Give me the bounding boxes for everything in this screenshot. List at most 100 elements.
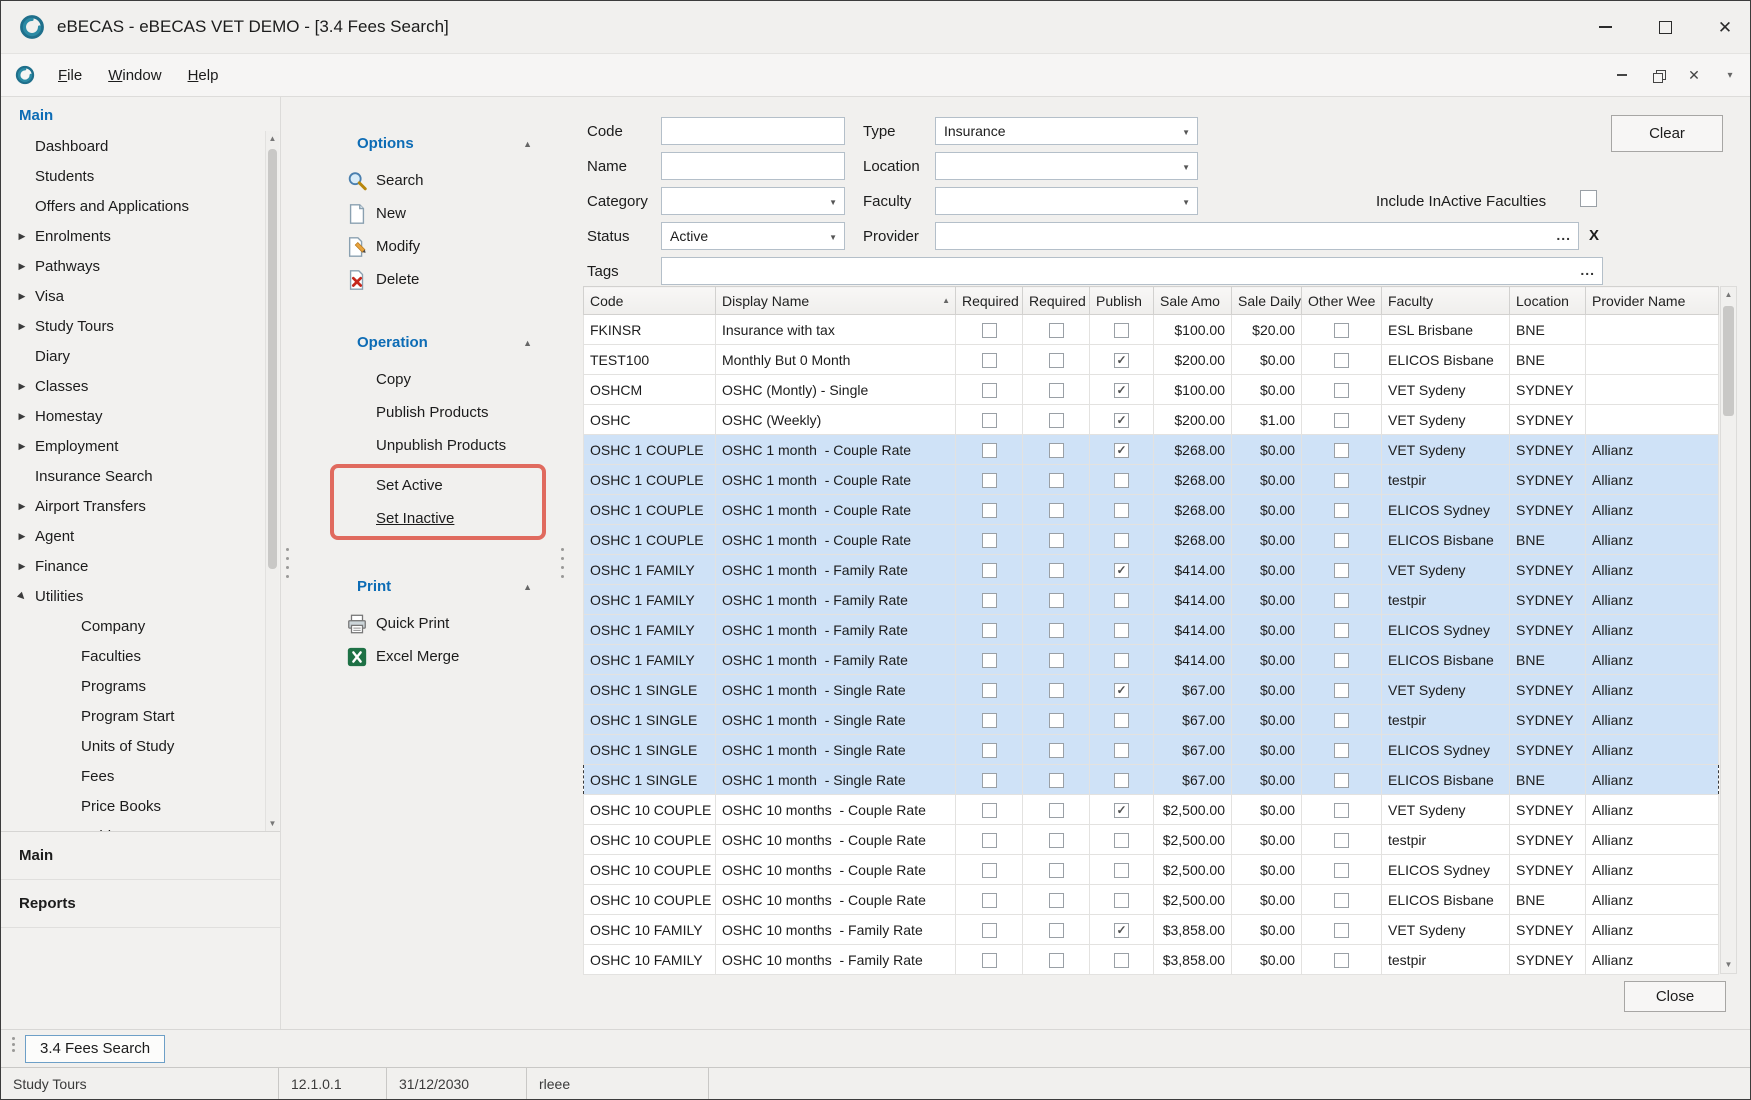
checkbox-unchecked[interactable]	[1049, 413, 1064, 428]
cell-code[interactable]: OSHC 1 FAMILY	[584, 645, 716, 675]
cell-provider-name[interactable]: Allianz	[1586, 915, 1719, 945]
grid-row[interactable]: TEST100Monthly But 0 Month$200.00$0.00EL…	[584, 345, 1719, 375]
checkbox-unchecked[interactable]	[1114, 953, 1129, 968]
checkbox-checked[interactable]	[1114, 413, 1129, 428]
option-quick-print[interactable]: Quick Print	[294, 607, 556, 640]
grid-row[interactable]: OSHC 1 FAMILYOSHC 1 month - Family Rate$…	[584, 645, 1719, 675]
checkbox-unchecked[interactable]	[1049, 893, 1064, 908]
checkbox-unchecked[interactable]	[1049, 713, 1064, 728]
sidebar-item-pathways[interactable]: ▶Pathways	[1, 251, 264, 281]
option-copy[interactable]: Copy	[294, 363, 556, 396]
expand-arrow-icon[interactable]: ▶	[13, 441, 31, 452]
checkbox-unchecked[interactable]	[1114, 593, 1129, 608]
cell-sale-daily[interactable]: $1.00	[1232, 405, 1302, 435]
grid-row[interactable]: OSHC 1 SINGLEOSHC 1 month - Single Rate$…	[584, 705, 1719, 735]
checkbox-unchecked[interactable]	[1334, 683, 1349, 698]
cell-faculty[interactable]: ELICOS Bisbane	[1382, 765, 1510, 795]
cell-provider-name[interactable]	[1586, 405, 1719, 435]
option-delete[interactable]: Delete	[294, 263, 556, 296]
checkbox-unchecked[interactable]	[1334, 773, 1349, 788]
sidebar-item-students[interactable]: Students	[1, 161, 264, 191]
cell-provider-name[interactable]: Allianz	[1586, 795, 1719, 825]
checkbox-unchecked[interactable]	[1334, 743, 1349, 758]
cell-display-name[interactable]: OSHC 10 months - Family Rate	[716, 945, 956, 975]
cell-sale-daily[interactable]: $0.00	[1232, 705, 1302, 735]
grid-row[interactable]: OSHC 1 FAMILYOSHC 1 month - Family Rate$…	[584, 555, 1719, 585]
cell-location[interactable]: SYDNEY	[1510, 675, 1586, 705]
sidebar-item-program-start[interactable]: Program Start	[1, 701, 264, 731]
checkbox-unchecked[interactable]	[1334, 443, 1349, 458]
type-dropdown[interactable]: Insurance ▼	[935, 117, 1198, 145]
cell-display-name[interactable]: Monthly But 0 Month	[716, 345, 956, 375]
expand-arrow-icon[interactable]: ▶	[13, 411, 31, 422]
cell-display-name[interactable]: OSHC 1 month - Couple Rate	[716, 495, 956, 525]
cell-display-name[interactable]: OSHC 1 month - Single Rate	[716, 705, 956, 735]
column-header-display-name-1[interactable]: Display Name▲	[716, 287, 956, 315]
cell-location[interactable]: BNE	[1510, 645, 1586, 675]
checkbox-unchecked[interactable]	[1114, 533, 1129, 548]
cell-faculty[interactable]: VET Sydeny	[1382, 405, 1510, 435]
expand-arrow-icon[interactable]: ▶	[13, 291, 31, 302]
cell-faculty[interactable]: testpir	[1382, 585, 1510, 615]
grid-row[interactable]: OSHC 10 FAMILYOSHC 10 months - Family Ra…	[584, 945, 1719, 975]
option-set-inactive[interactable]: Set Inactive	[334, 502, 542, 535]
checkbox-unchecked[interactable]	[982, 443, 997, 458]
checkbox-unchecked[interactable]	[1114, 773, 1129, 788]
grid-row[interactable]: OSHC 1 FAMILYOSHC 1 month - Family Rate$…	[584, 585, 1719, 615]
column-header-location-9[interactable]: Location	[1510, 287, 1586, 315]
category-dropdown[interactable]: ▼	[661, 187, 845, 215]
checkbox-unchecked[interactable]	[1114, 833, 1129, 848]
cell-sale-daily[interactable]: $0.00	[1232, 375, 1302, 405]
checkbox-unchecked[interactable]	[1049, 743, 1064, 758]
sidebar-item-study-tours[interactable]: ▶Study Tours	[1, 311, 264, 341]
cell-provider-name[interactable]: Allianz	[1586, 825, 1719, 855]
cell-provider-name[interactable]: Allianz	[1586, 705, 1719, 735]
grid-row[interactable]: OSHC 10 COUPLEOSHC 10 months - Couple Ra…	[584, 795, 1719, 825]
sidebar-item-company[interactable]: Company	[1, 611, 264, 641]
checkbox-unchecked[interactable]	[1049, 803, 1064, 818]
checkbox-unchecked[interactable]	[1334, 713, 1349, 728]
checkbox-unchecked[interactable]	[1334, 383, 1349, 398]
cell-sale-amo[interactable]: $67.00	[1154, 765, 1232, 795]
sidebar-item-fees[interactable]: Fees	[1, 761, 264, 791]
cell-sale-daily[interactable]: $0.00	[1232, 675, 1302, 705]
column-header-provider-name-10[interactable]: Provider Name	[1586, 287, 1719, 315]
sidebar-item-units-of-study[interactable]: Units of Study	[1, 731, 264, 761]
checkbox-unchecked[interactable]	[1334, 893, 1349, 908]
checkbox-unchecked[interactable]	[1049, 443, 1064, 458]
checkbox-unchecked[interactable]	[982, 353, 997, 368]
cell-sale-amo[interactable]: $2,500.00	[1154, 825, 1232, 855]
cell-faculty[interactable]: VET Sydeny	[1382, 675, 1510, 705]
checkbox-unchecked[interactable]	[982, 323, 997, 338]
checkbox-unchecked[interactable]	[1334, 323, 1349, 338]
cell-sale-daily[interactable]: $0.00	[1232, 735, 1302, 765]
checkbox-unchecked[interactable]	[982, 563, 997, 578]
grid-row[interactable]: OSHC 10 COUPLEOSHC 10 months - Couple Ra…	[584, 825, 1719, 855]
cell-sale-daily[interactable]: $0.00	[1232, 435, 1302, 465]
cell-code[interactable]: OSHC	[584, 405, 716, 435]
cell-sale-daily[interactable]: $0.00	[1232, 645, 1302, 675]
checkbox-unchecked[interactable]	[1049, 353, 1064, 368]
checkbox-unchecked[interactable]	[1114, 743, 1129, 758]
panel-group-header-operation[interactable]: Operation▲	[294, 334, 556, 363]
grid-row[interactable]: OSHC 1 COUPLEOSHC 1 month - Couple Rate$…	[584, 465, 1719, 495]
cell-code[interactable]: OSHC 10 COUPLE	[584, 795, 716, 825]
cell-display-name[interactable]: OSHC 10 months - Family Rate	[716, 915, 956, 945]
checkbox-unchecked[interactable]	[1049, 653, 1064, 668]
checkbox-unchecked[interactable]	[1049, 683, 1064, 698]
checkbox-unchecked[interactable]	[1114, 863, 1129, 878]
cell-display-name[interactable]: OSHC 1 month - Single Rate	[716, 675, 956, 705]
cell-sale-amo[interactable]: $268.00	[1154, 435, 1232, 465]
cell-code[interactable]: OSHC 10 FAMILY	[584, 945, 716, 975]
sidebar-item-price-books[interactable]: Price Books	[1, 791, 264, 821]
cell-provider-name[interactable]: Allianz	[1586, 885, 1719, 915]
menu-help[interactable]: Help	[175, 61, 232, 90]
cell-sale-amo[interactable]: $414.00	[1154, 615, 1232, 645]
checkbox-checked[interactable]	[1114, 353, 1129, 368]
column-header-faculty-8[interactable]: Faculty	[1382, 287, 1510, 315]
checkbox-unchecked[interactable]	[1049, 563, 1064, 578]
checkbox-unchecked[interactable]	[982, 653, 997, 668]
sidebar-item-airport-transfers[interactable]: ▶Airport Transfers	[1, 491, 264, 521]
cell-sale-amo[interactable]: $200.00	[1154, 405, 1232, 435]
cell-location[interactable]: SYDNEY	[1510, 915, 1586, 945]
